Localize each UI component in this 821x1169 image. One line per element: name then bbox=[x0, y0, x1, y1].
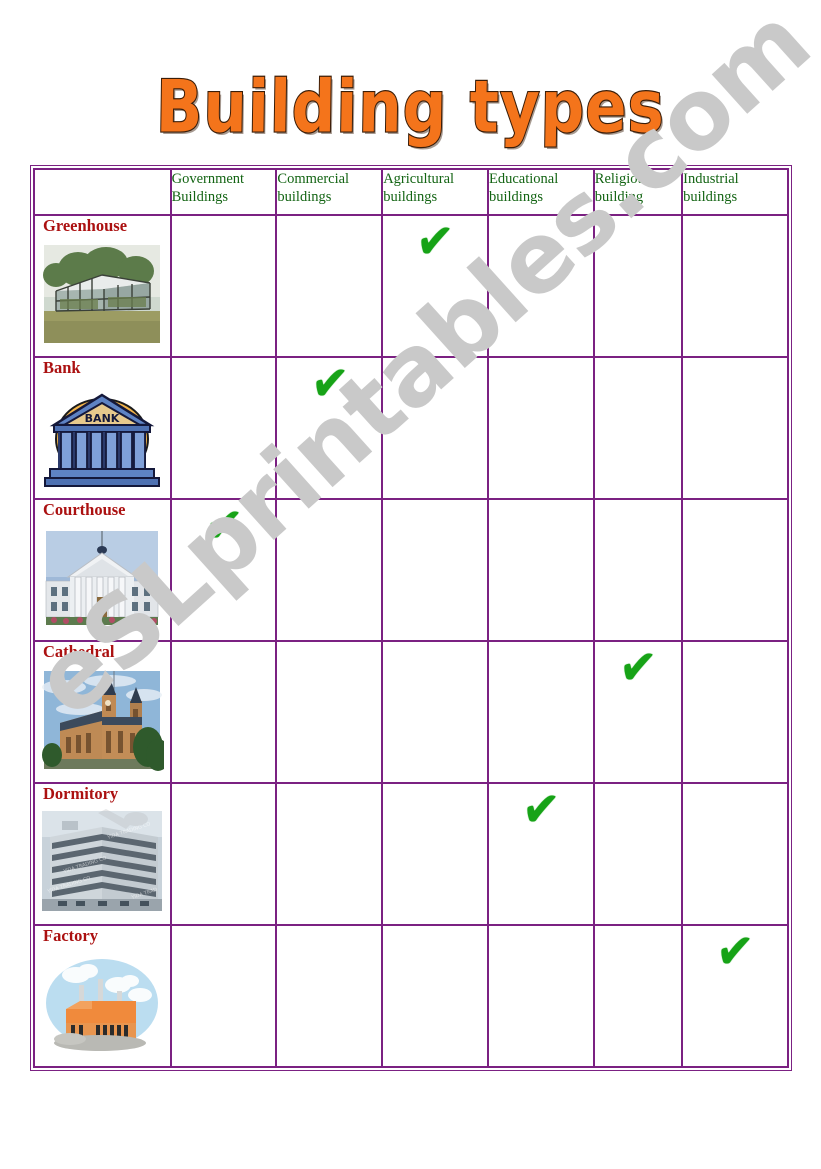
cell-factory-government[interactable]: ✔ bbox=[170, 925, 277, 1067]
column-header-religious: Religious building bbox=[593, 169, 683, 215]
check-icon: ✔ bbox=[308, 351, 351, 417]
cell-courthouse-educational[interactable]: ✔ bbox=[488, 499, 594, 641]
cell-greenhouse-educational[interactable]: ✔ bbox=[488, 215, 594, 357]
column-header-industrial: Industrial buildings bbox=[682, 169, 788, 215]
cell-greenhouse-industrial[interactable]: ✔ bbox=[682, 215, 788, 357]
cell-greenhouse-commercial[interactable]: ✔ bbox=[276, 215, 383, 357]
cell-cathedral-religious[interactable]: ✔ bbox=[593, 635, 683, 783]
check-icon: ✔ bbox=[616, 635, 660, 701]
row-header-factory: Factory bbox=[34, 925, 171, 1067]
cell-courthouse-religious[interactable]: ✔ bbox=[593, 499, 683, 641]
cell-factory-industrial[interactable]: ✔ bbox=[682, 919, 788, 1067]
dormitory-image: YIDA TRADING CO YIDA TRADING CO YIDA TRA… bbox=[40, 807, 165, 916]
table-header-row: Government Buildings Commercial building… bbox=[34, 169, 788, 215]
cell-bank-government[interactable]: ✔ bbox=[170, 357, 277, 499]
column-header-label: Educational buildings bbox=[489, 171, 559, 205]
cell-factory-educational[interactable]: ✔ bbox=[488, 925, 594, 1067]
cell-factory-religious[interactable]: ✔ bbox=[593, 925, 683, 1067]
row-header-cathedral: Cathedral bbox=[34, 641, 171, 783]
row-label: Dormitory bbox=[43, 784, 119, 803]
cell-bank-commercial[interactable]: ✔ bbox=[276, 351, 383, 499]
cell-cathedral-educational[interactable]: ✔ bbox=[488, 641, 594, 783]
dormitory-illustration: YIDA TRADING CO YIDA TRADING CO YIDA TRA… bbox=[40, 807, 165, 916]
cell-factory-agricultural[interactable]: ✔ bbox=[382, 925, 488, 1067]
cell-dormitory-industrial[interactable]: ✔ bbox=[682, 783, 788, 925]
check-icon: ✔ bbox=[414, 209, 457, 275]
cell-cathedral-agricultural[interactable]: ✔ bbox=[382, 641, 488, 783]
worksheet-title-area: Building types bbox=[0, 65, 821, 158]
column-header-label: Agricultural buildings bbox=[383, 171, 455, 205]
courthouse-illustration bbox=[40, 523, 165, 632]
column-header-label: Government Buildings bbox=[171, 171, 245, 205]
cell-dormitory-commercial[interactable]: ✔ bbox=[276, 783, 383, 925]
check-icon: ✔ bbox=[519, 777, 562, 843]
cell-courthouse-industrial[interactable]: ✔ bbox=[682, 499, 788, 641]
cell-dormitory-educational[interactable]: ✔ bbox=[488, 777, 594, 925]
row-header-courthouse: Courthouse bbox=[34, 499, 171, 641]
courthouse-image bbox=[40, 523, 165, 632]
cathedral-image bbox=[40, 665, 165, 774]
cell-dormitory-religious[interactable]: ✔ bbox=[593, 783, 683, 925]
factory-illustration bbox=[40, 949, 165, 1058]
column-header-agricultural: Agricultural buildings bbox=[382, 169, 488, 215]
cell-greenhouse-agricultural[interactable]: ✔ bbox=[382, 209, 488, 357]
row-label: Courthouse bbox=[43, 500, 126, 519]
cell-bank-agricultural[interactable]: ✔ bbox=[382, 357, 488, 499]
table-row: Cathedral ✔ bbox=[34, 635, 788, 783]
greenhouse-illustration bbox=[40, 239, 165, 348]
row-header-dormitory: Dormitory YIDA TRADING CO YIDA TRADING C… bbox=[34, 783, 171, 925]
column-header-commercial: Commercial buildings bbox=[276, 169, 383, 215]
cell-dormitory-agricultural[interactable]: ✔ bbox=[382, 783, 488, 925]
cell-cathedral-government[interactable]: ✔ bbox=[170, 641, 277, 783]
table-row: Courthouse ✔ bbox=[34, 493, 788, 641]
bank-image: BANK bbox=[40, 381, 165, 490]
cell-cathedral-commercial[interactable]: ✔ bbox=[276, 641, 383, 783]
cell-courthouse-government[interactable]: ✔ bbox=[170, 493, 277, 641]
row-label: Factory bbox=[43, 926, 98, 945]
cell-greenhouse-government[interactable]: ✔ bbox=[170, 215, 277, 357]
column-header-label: Commercial buildings bbox=[277, 171, 350, 205]
table-row: Bank BANK ✔ bbox=[34, 351, 788, 499]
bank-sign-text: BANK bbox=[85, 412, 120, 425]
table-row: Factory ✔ bbox=[34, 919, 788, 1067]
factory-image bbox=[40, 949, 165, 1058]
cell-greenhouse-religious[interactable]: ✔ bbox=[593, 215, 683, 357]
bank-illustration: BANK bbox=[40, 381, 165, 490]
column-header-label: Industrial buildings bbox=[683, 171, 739, 205]
row-label: Cathedral bbox=[43, 642, 115, 661]
cell-bank-industrial[interactable]: ✔ bbox=[682, 357, 788, 499]
cell-factory-commercial[interactable]: ✔ bbox=[276, 925, 383, 1067]
cell-bank-religious[interactable]: ✔ bbox=[593, 357, 683, 499]
row-label: Greenhouse bbox=[43, 216, 128, 235]
table-corner-cell bbox=[34, 169, 171, 215]
cell-bank-educational[interactable]: ✔ bbox=[488, 357, 594, 499]
cell-courthouse-commercial[interactable]: ✔ bbox=[276, 499, 383, 641]
check-icon: ✔ bbox=[713, 919, 757, 985]
column-header-educational: Educational buildings bbox=[488, 169, 594, 215]
building-types-table-wrapper: Government Buildings Commercial building… bbox=[30, 165, 792, 1071]
greenhouse-image bbox=[40, 239, 165, 348]
building-types-table: Government Buildings Commercial building… bbox=[30, 165, 792, 1071]
cell-cathedral-industrial[interactable]: ✔ bbox=[682, 641, 788, 783]
cell-dormitory-government[interactable]: ✔ bbox=[170, 783, 277, 925]
column-header-label: Religious building bbox=[594, 171, 651, 205]
cathedral-illustration bbox=[40, 665, 165, 774]
row-header-greenhouse: Greenhouse bbox=[34, 215, 171, 357]
table-row: Greenhouse ✔ bbox=[34, 209, 788, 357]
page-title: Building types bbox=[154, 65, 666, 151]
column-header-government: Government Buildings bbox=[170, 169, 277, 215]
table-row: Dormitory YIDA TRADING CO YIDA TRADING C… bbox=[34, 777, 788, 925]
row-header-bank: Bank BANK bbox=[34, 357, 171, 499]
row-label: Bank bbox=[43, 358, 81, 377]
check-icon: ✔ bbox=[202, 493, 245, 559]
cell-courthouse-agricultural[interactable]: ✔ bbox=[382, 499, 488, 641]
